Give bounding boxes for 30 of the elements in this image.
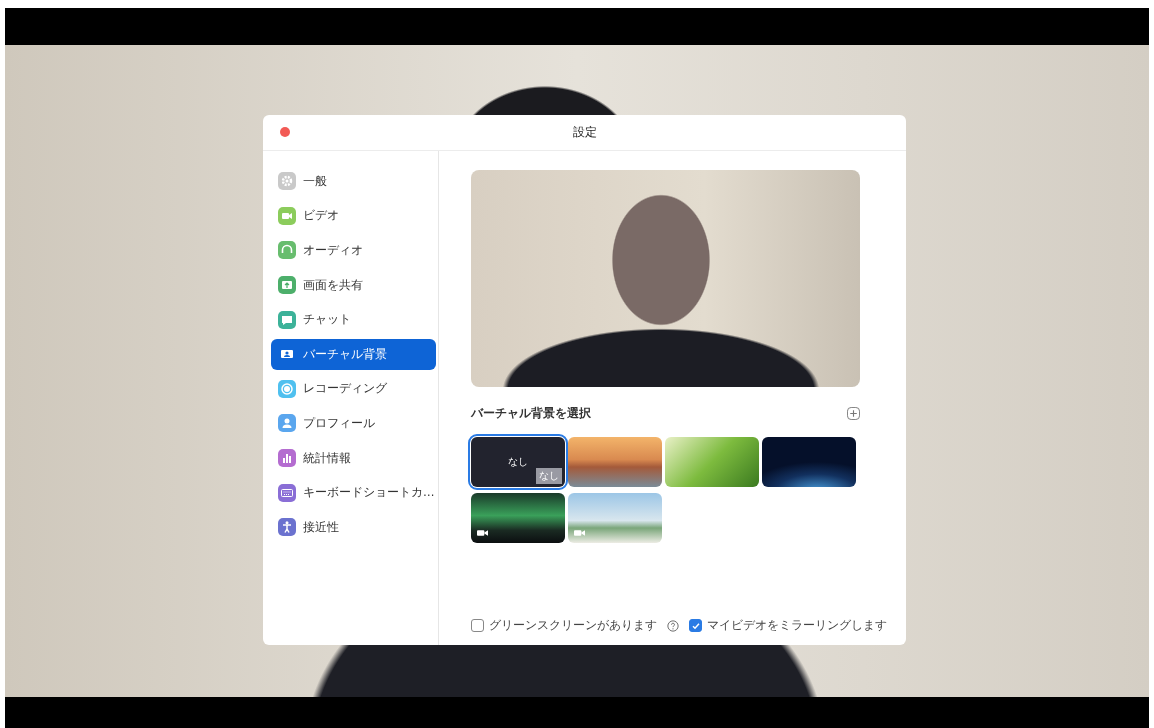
none-background-option[interactable]: なし なし	[471, 437, 565, 487]
sidebar-item[interactable]: 画面を共有	[271, 269, 436, 301]
background-thumbnail[interactable]	[762, 437, 856, 487]
video-camera-icon	[477, 529, 488, 537]
sidebar-item[interactable]: バーチャル背景	[271, 338, 436, 370]
sidebar-item[interactable]: オーディオ	[271, 235, 436, 266]
checkbox[interactable]	[689, 619, 702, 632]
window-title: 設定	[572, 124, 597, 141]
background-thumbnail[interactable]	[568, 437, 662, 487]
checkbox-label[interactable]: マイビデオをミラーリングします	[707, 617, 887, 634]
sidebar-item[interactable]: キーボードショートカ…	[271, 477, 436, 508]
sidebar-item[interactable]: 統計情報	[271, 442, 436, 474]
video-camera-icon	[574, 529, 585, 537]
sidebar-item[interactable]: チャット	[271, 304, 436, 335]
checkbox-label[interactable]: グリーンスクリーンがあります	[489, 617, 657, 634]
background-thumbnail[interactable]	[568, 493, 662, 543]
sidebar-item[interactable]: 一般	[271, 166, 436, 197]
background-thumbnail[interactable]	[471, 493, 565, 543]
option-label: なし	[508, 455, 528, 469]
close-button[interactable]	[280, 127, 290, 137]
sidebar-item[interactable]: 接近性	[271, 511, 436, 543]
sidebar-item[interactable]: プロフィール	[271, 408, 436, 439]
help-icon[interactable]	[667, 619, 679, 632]
add-icon[interactable]	[847, 407, 860, 420]
option-tag: なし	[536, 468, 562, 484]
sidebar-item[interactable]: レコーディング	[271, 373, 436, 405]
checkbox[interactable]	[471, 619, 484, 632]
section-heading: バーチャル背景を選択	[471, 405, 591, 422]
sidebar-item[interactable]: ビデオ	[271, 200, 436, 232]
background-thumbnail[interactable]	[665, 437, 759, 487]
